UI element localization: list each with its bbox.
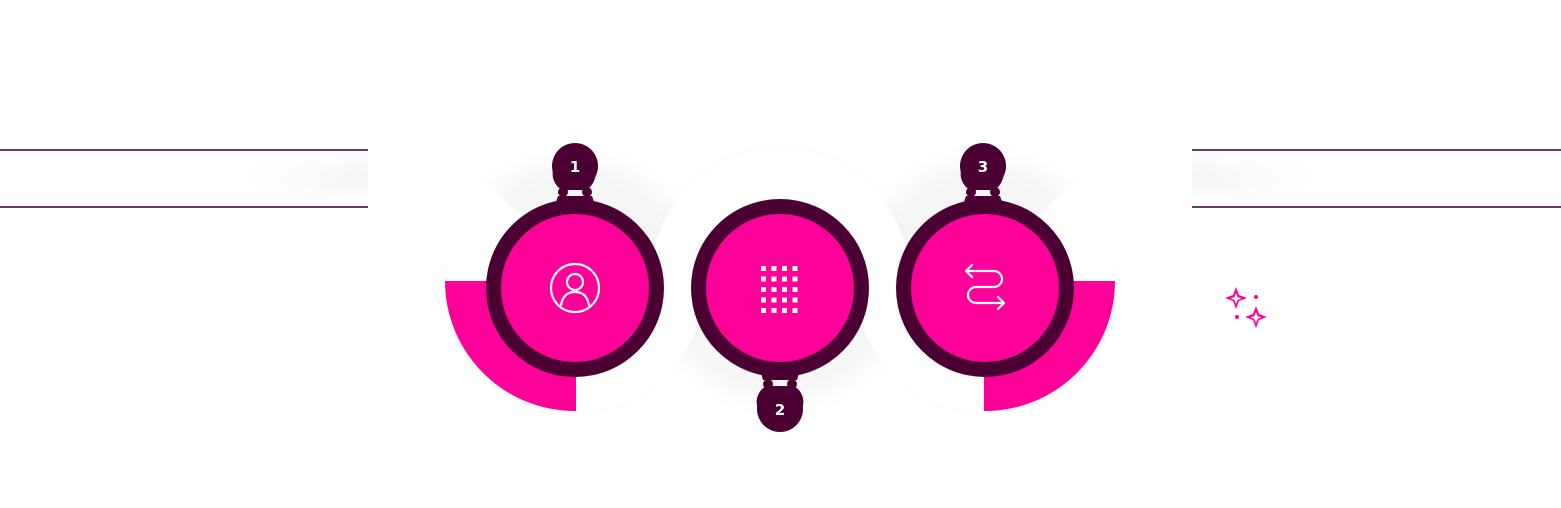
step-1-disc[interactable] xyxy=(501,214,649,362)
grid-dot xyxy=(782,297,787,303)
grid-dot xyxy=(761,287,766,292)
grid-dot xyxy=(782,308,787,313)
grid-dot xyxy=(782,266,787,271)
grid-dot xyxy=(761,266,766,271)
grid-dot xyxy=(792,308,798,313)
process-diagram: 1 2 3 xyxy=(0,143,1561,432)
step-2-disc[interactable] xyxy=(706,214,854,362)
step-2-number: 2 xyxy=(775,401,785,419)
grid-dot xyxy=(761,308,766,313)
step-2-badge: 2 xyxy=(756,370,804,432)
grid-dot xyxy=(761,297,766,303)
grid-dot xyxy=(771,287,777,292)
grid-dot xyxy=(792,276,798,282)
step-2: 2 xyxy=(691,199,869,432)
grid-dot xyxy=(782,276,787,282)
step-3-number: 3 xyxy=(978,158,988,176)
grid-dot xyxy=(771,276,777,282)
grid-dot xyxy=(792,287,798,292)
grid-dot xyxy=(771,297,777,303)
grid-dot xyxy=(771,266,777,271)
grid-dot xyxy=(782,287,787,292)
grid-dot xyxy=(771,308,777,313)
step-1-number: 1 xyxy=(570,158,580,176)
grid-dot xyxy=(792,297,798,303)
sparkles-icon xyxy=(1225,287,1267,328)
grid-dot xyxy=(761,276,766,282)
grid-dot xyxy=(792,266,798,271)
arrows-exchange-icon xyxy=(964,263,1006,311)
